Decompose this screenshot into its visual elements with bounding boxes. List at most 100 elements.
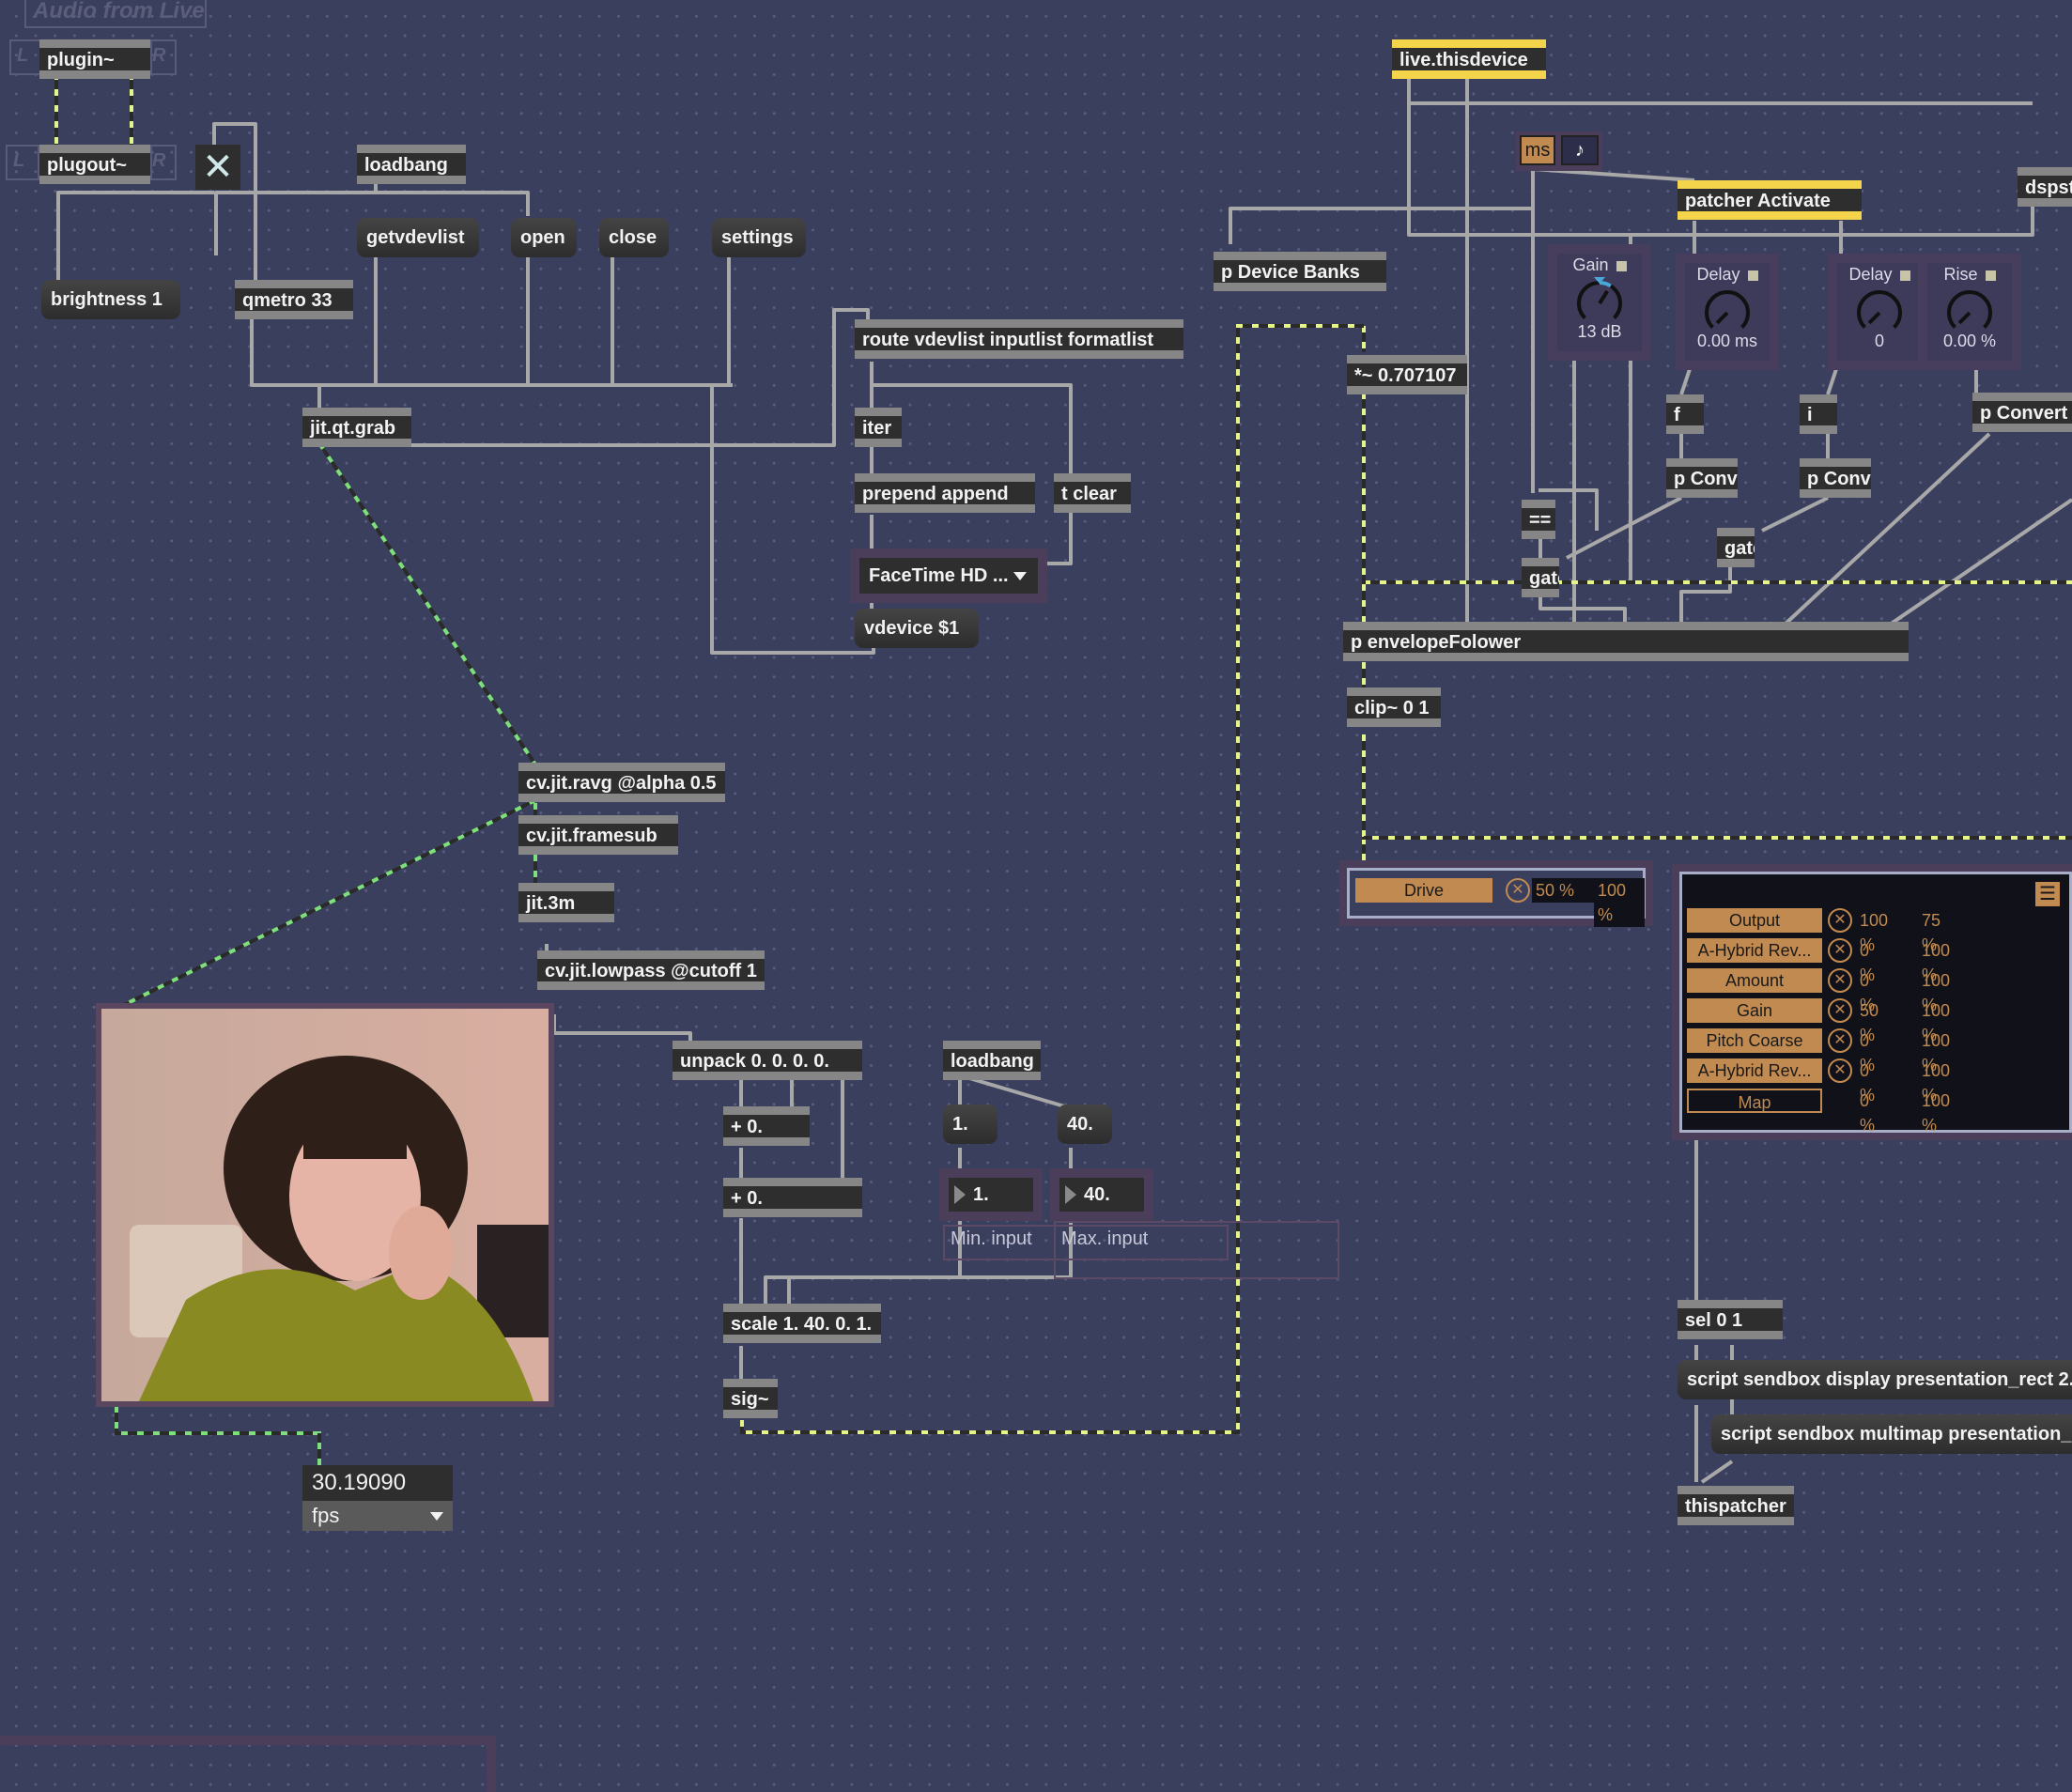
drive-map-panel: Drive ✕ 50 % 100 % xyxy=(1339,860,1653,927)
menu-icon-button[interactable]: ☰ xyxy=(2035,882,2060,906)
jit-qt-grab-object[interactable]: jit.qt.grab xyxy=(302,408,411,447)
script-display-message[interactable]: script sendbox display presentation_rect… xyxy=(1678,1360,2072,1399)
modulation-indicator[interactable] xyxy=(1985,270,1996,281)
clip-object[interactable]: clip~ 0 1 xyxy=(1347,687,1441,727)
unit-toggle[interactable]: ms ♪ xyxy=(1516,131,1602,171)
modulation-indicator[interactable] xyxy=(1747,270,1758,281)
dial-icon xyxy=(1577,277,1622,319)
max-input-number[interactable]: 40. xyxy=(1050,1168,1153,1221)
dial-icon xyxy=(1947,290,1992,329)
dial-delay[interactable]: Delay 0.00 ms xyxy=(1676,254,1779,370)
brightness-message[interactable]: brightness 1 xyxy=(41,280,180,319)
open-message[interactable]: open xyxy=(511,218,577,257)
p-convert-object[interactable]: p Convert xyxy=(1666,458,1738,498)
sig-object[interactable]: sig~ xyxy=(723,1379,778,1418)
device-menu[interactable]: FaceTime HD ... xyxy=(850,548,1047,603)
qmetro-object[interactable]: qmetro 33 xyxy=(235,280,353,319)
p-convert-object[interactable]: p Convert xyxy=(1800,458,1871,498)
p-convert-object[interactable]: p Convert xyxy=(1972,393,2072,432)
vdevice-message[interactable]: vdevice $1 xyxy=(855,609,979,648)
i-object[interactable]: i xyxy=(1800,394,1837,434)
dial-rise[interactable]: Rise 0.00 % xyxy=(1918,254,2021,370)
drive-min-value[interactable]: 50 % xyxy=(1532,878,1594,903)
dial-label: Delay xyxy=(1685,265,1770,285)
live-thisdevice-object[interactable]: live.thisdevice xyxy=(1392,39,1546,79)
t-clear-object[interactable]: t clear xyxy=(1054,473,1131,513)
drive-button[interactable]: Drive xyxy=(1355,878,1492,903)
remove-mapping-icon[interactable]: ✕ xyxy=(1828,908,1852,933)
fps-unit-value: fps xyxy=(312,1504,340,1527)
dial-delay[interactable]: Delay 0 xyxy=(1828,254,1931,370)
iter-object[interactable]: iter xyxy=(855,408,902,447)
patcher-activate-object[interactable]: patcher Activate xyxy=(1678,180,1862,220)
mapping-target-button[interactable]: Gain xyxy=(1687,998,1822,1023)
remove-mapping-icon[interactable]: ✕ xyxy=(1828,1058,1852,1083)
mapping-target-button[interactable]: A-Hybrid Rev... xyxy=(1687,1058,1822,1083)
plus-object[interactable]: + 0. xyxy=(723,1106,810,1146)
mapping-max-value[interactable]: 100 % xyxy=(1922,1089,1950,1137)
mapping-target-button[interactable]: A-Hybrid Rev... xyxy=(1687,938,1822,963)
drive-max-value[interactable]: 100 % xyxy=(1594,878,1645,927)
remove-mapping-icon[interactable]: ✕ xyxy=(1828,1028,1852,1053)
dial-label: Rise xyxy=(1927,265,2012,285)
fps-number[interactable]: 30.19090 xyxy=(302,1465,453,1501)
max-input-label: Max. input xyxy=(1061,1228,1149,1249)
remove-mapping-icon[interactable]: ✕ xyxy=(1828,968,1852,993)
plugin-object[interactable]: plugin~ xyxy=(39,39,150,79)
remove-mapping-icon[interactable]: ✕ xyxy=(1506,878,1530,903)
remove-mapping-icon[interactable]: ✕ xyxy=(1828,998,1852,1023)
dial-gain[interactable]: Gain 13 dB xyxy=(1548,244,1651,361)
f-object[interactable]: f xyxy=(1666,394,1704,434)
mapping-target-button[interactable]: Amount xyxy=(1687,968,1822,993)
ms-label: ms xyxy=(1524,140,1551,161)
multiply-signal-object[interactable]: *~ 0.707107 xyxy=(1347,355,1467,394)
loadbang-object[interactable]: loadbang xyxy=(357,145,466,184)
scale-object[interactable]: scale 1. 40. 0. 1. xyxy=(723,1304,881,1343)
mapping-min-value[interactable]: 0 % xyxy=(1860,1089,1875,1137)
gate-object[interactable]: gate xyxy=(1717,528,1755,567)
note-icon: ♪ xyxy=(1575,140,1585,161)
dial-value: 0.00 ms xyxy=(1696,332,1758,350)
ms-button[interactable]: ms xyxy=(1520,135,1555,165)
min-input-number[interactable]: 1. xyxy=(939,1168,1043,1221)
equals-object[interactable]: == xyxy=(1522,500,1555,539)
sel-object[interactable]: sel 0 1 xyxy=(1678,1300,1783,1339)
hamburger-icon: ☰ xyxy=(2039,884,2056,904)
mapping-target-button[interactable]: Pitch Coarse xyxy=(1687,1028,1822,1053)
map-button[interactable]: Map xyxy=(1687,1089,1822,1113)
gate-object[interactable]: gate xyxy=(1522,558,1559,597)
modulation-indicator[interactable] xyxy=(1616,260,1627,271)
getvdevlist-message[interactable]: getvdevlist xyxy=(357,218,479,257)
fps-unit-menu[interactable]: fps xyxy=(302,1501,453,1531)
close-x-icon: ✕ xyxy=(202,147,234,188)
triangle-icon xyxy=(954,1185,966,1204)
thispatcher-object[interactable]: thispatcher xyxy=(1678,1486,1794,1525)
plus-object[interactable]: + 0. xyxy=(723,1178,862,1217)
settings-message[interactable]: settings xyxy=(712,218,806,257)
dial-icon xyxy=(1705,290,1750,329)
route-object[interactable]: route vdevlist inputlist formatlist xyxy=(855,319,1183,359)
script-multimap-message[interactable]: script sendbox multimap presentation_ xyxy=(1711,1414,2072,1454)
plugout-object[interactable]: plugout~ xyxy=(39,145,150,184)
cv-jit-framesub-object[interactable]: cv.jit.framesub xyxy=(518,815,678,855)
min-message[interactable]: 1. xyxy=(943,1105,997,1144)
cv-jit-lowpass-object[interactable]: cv.jit.lowpass @cutoff 1 xyxy=(537,950,765,990)
jit-3m-object[interactable]: jit.3m xyxy=(518,883,614,922)
close-message[interactable]: close xyxy=(599,218,669,257)
loadbang-object[interactable]: loadbang xyxy=(943,1041,1041,1080)
prepend-append-object[interactable]: prepend append xyxy=(855,473,1035,513)
dial-label: Delay xyxy=(1837,265,1922,285)
device-menu-value: FaceTime HD ... xyxy=(869,565,1009,586)
p-envelope-follower-object[interactable]: p envelopeFolower xyxy=(1343,622,1909,661)
cv-jit-ravg-object[interactable]: cv.jit.ravg @alpha 0.5 xyxy=(518,763,725,802)
webcam-frame-image xyxy=(101,1009,549,1401)
remove-mapping-icon[interactable]: ✕ xyxy=(1828,938,1852,963)
toggle[interactable]: ✕ xyxy=(195,145,240,190)
mapping-target-button[interactable]: Output xyxy=(1687,908,1822,933)
p-device-banks-object[interactable]: p Device Banks xyxy=(1214,252,1386,291)
dspstate-object[interactable]: dspst xyxy=(2018,167,2072,207)
note-button[interactable]: ♪ xyxy=(1561,135,1599,165)
modulation-indicator[interactable] xyxy=(1899,270,1910,281)
max-message[interactable]: 40. xyxy=(1058,1105,1112,1144)
unpack-object[interactable]: unpack 0. 0. 0. 0. xyxy=(673,1041,862,1080)
